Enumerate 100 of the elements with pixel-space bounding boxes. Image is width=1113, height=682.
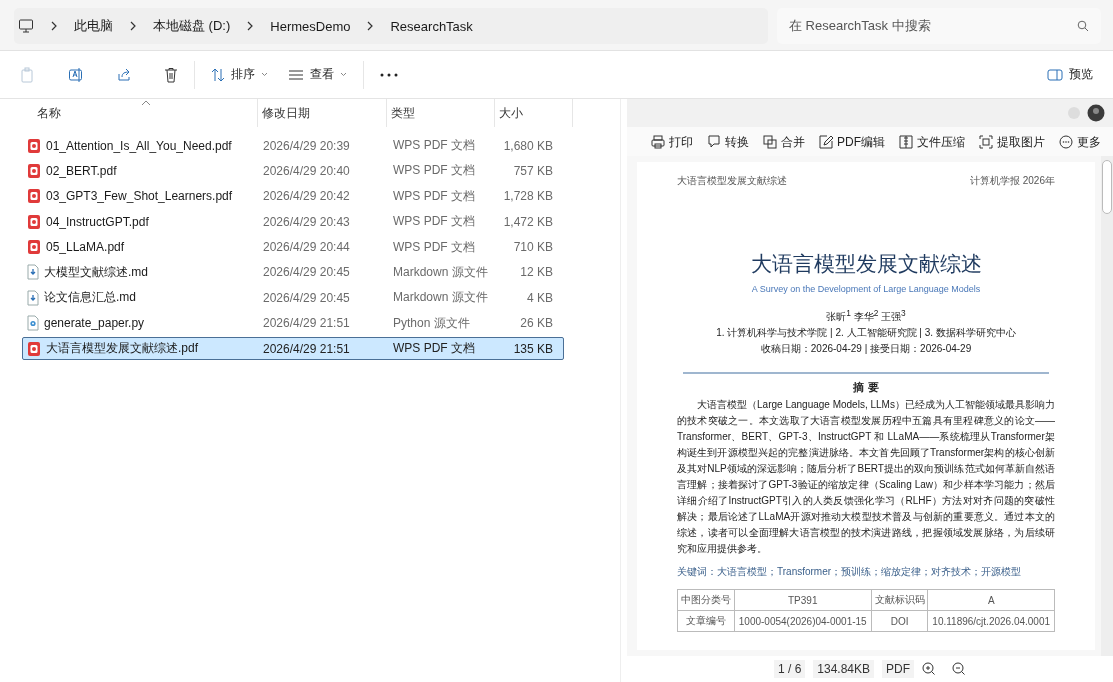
file-row[interactable]: 05_LLaMA.pdf 2026/4/29 20:44 WPS PDF 文档 710 KB — [22, 235, 564, 259]
chevron-right-icon — [129, 21, 137, 31]
modified-date: 2026/4/29 20:40 — [263, 163, 350, 178]
sort-chevron-icon — [140, 100, 151, 106]
search-field[interactable]: 在 ResearchTask 中搜索 — [777, 8, 1101, 44]
print-button[interactable]: 打印 — [645, 131, 699, 153]
file-type: WPS PDF 文档 — [393, 239, 475, 254]
preview-pane-button[interactable]: 预览 — [1037, 60, 1103, 89]
compress-icon — [899, 135, 913, 149]
file-row[interactable]: 04_InstructGPT.pdf 2026/4/29 20:43 WPS PDF 文档 1,472 KB — [22, 210, 564, 234]
chevron-right-icon — [366, 21, 375, 31]
file-name: 大语言模型发展文献综述.pdf — [46, 340, 198, 358]
document-title: 大语言模型发展文献综述 — [749, 251, 983, 277]
abstract-heading: 摘 要 — [852, 380, 880, 396]
file-name: 论文信息汇总.md — [44, 289, 136, 307]
view-button[interactable]: 查看 — [278, 60, 357, 89]
zoom-out-icon — [952, 662, 967, 676]
file-name: 04_InstructGPT.pdf — [46, 214, 149, 229]
more-icon — [1059, 135, 1073, 149]
file-row[interactable]: 01_Attention_Is_All_You_Need.pdf 2026/4/29 20:39 WPS PDF 文档 1,680 KB — [22, 134, 564, 157]
merge-button[interactable]: 合并 — [757, 131, 811, 153]
table-cell: TP391 — [734, 589, 872, 611]
file-size: 710 KB — [513, 240, 553, 255]
column-header[interactable]: 类型 — [387, 99, 495, 127]
compress-button[interactable]: 文件压缩 — [893, 131, 971, 153]
more-button[interactable]: 更多 — [1053, 131, 1107, 153]
caret-down-icon — [261, 72, 268, 77]
modified-date: 2026/4/29 21:51 — [263, 316, 350, 331]
running-head: 计算机学报 2026年 — [969, 174, 1055, 188]
authors: 张昕$^{1}$ 李华$^{2}$ 王强$^{3}$ — [825, 308, 907, 325]
breadcrumb-item[interactable]: 此电脑 — [74, 17, 113, 35]
file-type: Markdown 源文件 — [393, 264, 488, 279]
table-cell: 文章编号 — [677, 610, 735, 632]
file-row[interactable]: 02_BERT.pdf 2026/4/29 20:40 WPS PDF 文档 757 KB — [22, 159, 564, 183]
file-row[interactable]: 03_GPT3_Few_Shot_Learners.pdf 2026/4/29 20:42 WPS PDF 文档 1,728 KB — [22, 184, 564, 208]
more-dots-icon — [380, 72, 398, 77]
search-icon — [1077, 20, 1089, 32]
edit-icon — [819, 135, 833, 149]
pdf-file-icon — [27, 213, 41, 230]
address-bar[interactable]: 此电脑 本地磁盘 (D:) HermesDemo ResearchTask — [14, 8, 768, 44]
file-name: 03_GPT3_Few_Shot_Learners.pdf — [46, 189, 233, 204]
avatar-icon — [1087, 104, 1105, 122]
pdf-file-icon — [27, 239, 41, 256]
file-row[interactable]: 大模型文献综述.md 2026/4/29 20:45 Markdown 源文件 12 KB — [22, 260, 564, 284]
breadcrumb-item[interactable]: HermesDemo — [270, 18, 351, 34]
file-size: 26 KB — [520, 316, 553, 331]
running-head: 大语言模型发展文献综述 — [677, 174, 787, 188]
caret-down-icon — [340, 72, 347, 77]
pane-icon — [1047, 68, 1063, 81]
affiliations: 1. 计算机科学与技术学院 | 2. 人工智能研究院 | 3. 数据科学研究中心 — [715, 326, 1017, 341]
modified-date: 2026/4/29 20:39 — [263, 138, 350, 153]
rename-icon — [68, 66, 84, 83]
file-row[interactable]: generate_paper.py 2026/4/29 21:51 Python 源文件 26 KB — [22, 311, 564, 335]
print-icon — [651, 135, 665, 149]
file-size: 1,680 KB — [503, 138, 553, 153]
file-size: 4 KB — [527, 290, 553, 305]
zoom-out-button[interactable] — [952, 662, 967, 676]
scrollbar[interactable] — [1101, 156, 1113, 656]
file-name: generate_paper.py — [44, 316, 145, 331]
breadcrumb-item[interactable]: 本地磁盘 (D:) — [153, 17, 231, 35]
file-name: 05_LLaMA.pdf — [46, 240, 125, 255]
file-type: WPS PDF 文档 — [393, 138, 475, 152]
list-lines-icon — [288, 68, 304, 81]
zoom-in-button[interactable] — [922, 662, 937, 676]
file-size-label: 134.84KB — [813, 660, 875, 678]
extract-button[interactable]: 提取图片 — [973, 131, 1051, 153]
modified-date: 2026/4/29 20:45 — [263, 290, 350, 305]
trash-icon — [164, 66, 178, 83]
column-header[interactable]: 修改日期 — [258, 99, 387, 127]
column-header[interactable]: 大小 — [495, 99, 573, 127]
computer-icon — [18, 18, 34, 34]
file-size: 12 KB — [520, 265, 553, 280]
pdf-file-icon — [27, 340, 41, 357]
file-type: WPS PDF 文档 — [393, 188, 475, 203]
abstract-text: 大语言模型（Large Language Models, LLMs）已经成为人工智能领域最具影响力的技术突破之一。本文选取了大语言模型发展历程中五篇具有里程碑意义的论文——Transformer、BERT、GPT-3、InstructGPT 和 LLaMA——系统梳理从Transformer架构诞生到开源模型兴起的完整演进脉络。本文首先回顾了Transformer架构的核心创新及其对NLP领域的深远影响；随后分析了BERT提出的双向预训练范式如何革新自然语言理解；接着探讨了GPT-3验证的缩放定律（Scaling Law）和少样本学习能力；然后详细介绍了InstructGPT引入的人类反馈强化学习（RLHF）方法对对齐问题的突破性解决；最后论述了LLaMA开源对推动大模型技术普及与创新的重要意义。通过本文的综述，读者可以全面理解大语言模型的技术演进路线，把握领域发展脉络，为后续研究和应用提供参考。 — [677, 398, 1055, 557]
convert-button[interactable]: 转换 — [701, 131, 755, 153]
modified-date: 2026/4/29 20:42 — [263, 189, 350, 204]
file-size: 757 KB — [513, 163, 553, 178]
file-row[interactable]: 论文信息汇总.md 2026/4/29 20:45 Markdown 源文件 4 KB — [22, 286, 564, 310]
table-cell: 1000-0054(2026)04-0001-15 — [734, 610, 872, 632]
file-size: 135 KB — [513, 341, 553, 356]
chevron-right-icon — [50, 21, 58, 31]
modified-date: 2026/4/29 20:43 — [263, 214, 350, 229]
chevron-right-icon — [246, 21, 255, 31]
share-icon — [116, 66, 132, 83]
modified-date: 2026/4/29 20:45 — [263, 265, 350, 280]
file-type: WPS PDF 文档 — [393, 214, 475, 229]
file-name: 02_BERT.pdf — [46, 163, 117, 178]
sort-button[interactable]: 排序 — [201, 60, 278, 89]
column-header[interactable]: 名称 — [20, 99, 258, 127]
document-icon — [27, 264, 39, 281]
breadcrumb-item[interactable]: ResearchTask — [390, 18, 473, 34]
file-row[interactable]: 大语言模型发展文献综述.pdf 2026/4/29 21:51 WPS PDF 文档 135 KB — [22, 337, 564, 361]
table-cell: A — [927, 589, 1055, 611]
table-cell: 中图分类号 — [677, 589, 735, 611]
file-type: Markdown 源文件 — [393, 290, 488, 305]
merge-icon — [763, 135, 777, 149]
script-file-icon — [27, 315, 39, 332]
edit-button[interactable]: PDF编辑 — [813, 131, 891, 153]
modified-date: 2026/4/29 20:44 — [263, 240, 350, 255]
